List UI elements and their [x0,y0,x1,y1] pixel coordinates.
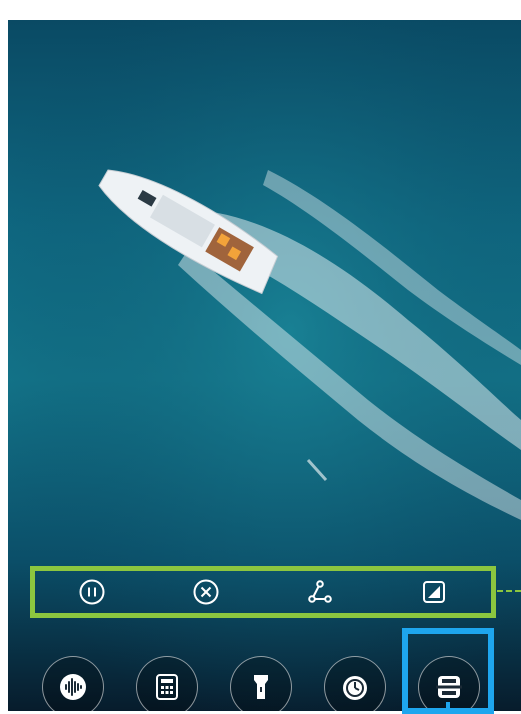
flashlight-icon [254,675,268,699]
timer-icon [343,676,367,700]
calculator-button[interactable] [136,656,198,711]
voice-recorder-icon [60,674,86,700]
highlight-pointer [446,702,450,711]
close-icon [193,579,219,605]
image-icon [423,581,445,603]
share-button[interactable] [303,575,337,609]
calculator-icon [156,674,178,700]
close-button[interactable] [189,575,223,609]
share-icon [308,580,332,603]
timer-button[interactable] [324,656,386,711]
image-button[interactable] [417,575,451,609]
pause-button[interactable] [75,575,109,609]
pause-icon [79,579,105,605]
action-toolbar [30,566,496,618]
voice-recorder-button[interactable] [42,656,104,711]
flashlight-button[interactable] [230,656,292,711]
callout-connector [497,590,521,592]
